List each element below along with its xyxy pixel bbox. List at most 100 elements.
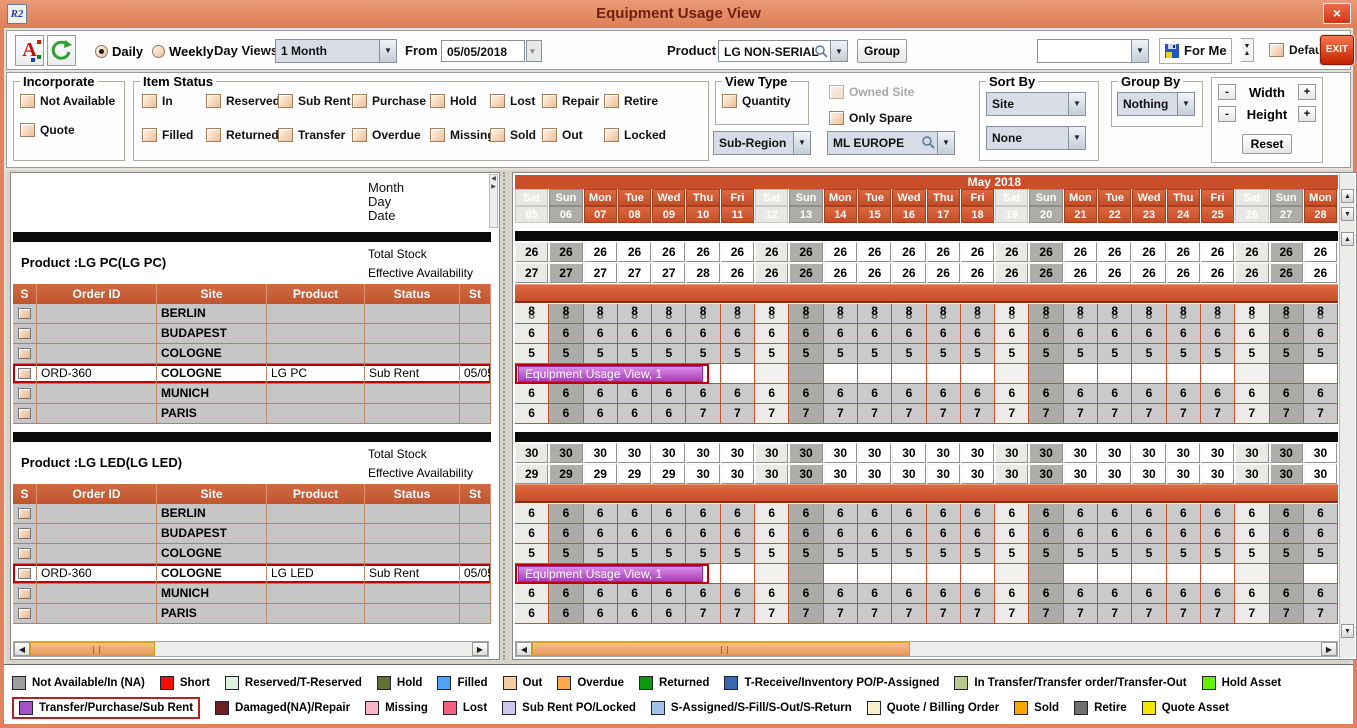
product-input[interactable]: LG NON-SERIAL ▼ [718,40,848,62]
close-icon[interactable]: × [1323,3,1351,24]
radio-daily[interactable]: Daily [95,31,143,71]
day-header-cell[interactable]: Fri [721,189,754,206]
table-row-munich[interactable]: MUNICH [13,584,491,604]
width-minus-button[interactable]: - [1218,84,1236,100]
status-sold[interactable]: Sold [490,128,542,142]
day-header-cell[interactable]: Sat [755,189,788,206]
right-vertical-scrollbar[interactable]: ▲ ▼ ▲ ▼ [1339,174,1355,658]
status-retire[interactable]: Retire [604,94,662,108]
exit-button[interactable]: EXIT [1320,35,1354,65]
date-header-cell[interactable]: 16 [892,206,925,223]
status-repair[interactable]: Repair [542,94,604,108]
day-header-cell[interactable]: Sun [1270,189,1303,206]
table-row-cologne[interactable]: ORD-360COLOGNELG PCSub Rent05/05/2 [13,364,491,384]
date-header-cell[interactable]: 06 [549,206,582,223]
date-header-cell[interactable]: 22 [1098,206,1131,223]
table-row-paris[interactable]: PARIS [13,404,491,424]
status-filled[interactable]: Filled [142,128,206,142]
table-row-budapest[interactable]: BUDAPEST [13,524,491,544]
saved-view-select[interactable]: ▼ [1037,39,1149,63]
right-horizontal-scrollbar[interactable]: ◀ ▶ [515,641,1338,657]
row-checkbox[interactable] [18,508,31,519]
row-checkbox[interactable] [18,408,31,419]
status-in[interactable]: In [142,94,206,108]
scroll-up-icon[interactable]: ▲ [1341,232,1354,246]
day-header-cell[interactable]: Tue [858,189,891,206]
column-header-product[interactable]: Product [267,284,365,304]
width-plus-button[interactable]: + [1298,84,1316,100]
day-header-cell[interactable]: Fri [961,189,994,206]
only-spare-checkbox[interactable]: Only Spare [829,111,912,125]
chevron-down-icon[interactable]: ▼ [1068,127,1085,149]
from-date-dropdown[interactable]: ▼ [526,40,542,62]
scroll-up-icon[interactable]: ▲ [1341,189,1354,203]
usage-bar[interactable]: Equipment Usage View, 1 [518,366,703,382]
status-missing[interactable]: Missing [430,128,490,142]
date-header-cell[interactable]: 23 [1132,206,1165,223]
day-header-cell[interactable]: Thu [927,189,960,206]
region-mode-select[interactable]: Sub-Region▼ [713,131,811,155]
for-me-button[interactable]: For Me [1159,38,1232,64]
date-header-cell[interactable]: 09 [652,206,685,223]
quantity-checkbox[interactable]: Quantity [722,94,808,108]
status-locked[interactable]: Locked [604,128,662,142]
table-row-paris[interactable]: PARIS [13,604,491,624]
row-checkbox[interactable] [18,568,31,579]
sort-primary-select[interactable]: Site▼ [986,92,1086,116]
row-checkbox[interactable] [18,388,31,399]
day-header-cell[interactable]: Sun [789,189,822,206]
status-transfer[interactable]: Transfer [278,128,352,142]
date-header-cell[interactable]: 20 [1029,206,1062,223]
table-row-berlin[interactable]: BERLIN [13,304,491,324]
period-select[interactable]: 1 Month▼ [275,39,397,63]
row-checkbox[interactable] [18,548,31,559]
column-header-st[interactable]: St [460,284,491,304]
chevron-down-icon[interactable]: ▼ [1177,93,1194,115]
row-checkbox[interactable] [18,528,31,539]
sort-secondary-select[interactable]: None▼ [986,126,1086,150]
group-by-select[interactable]: Nothing▼ [1117,92,1195,116]
column-header-order-id[interactable]: Order ID [37,484,157,504]
day-header-cell[interactable]: Thu [1167,189,1200,206]
date-header-cell[interactable]: 28 [1304,206,1337,223]
date-header-cell[interactable]: 19 [995,206,1028,223]
table-row-cologne[interactable]: ORD-360COLOGNELG LEDSub Rent05/05/2 [13,564,491,584]
day-header-cell[interactable]: Sat [1235,189,1268,206]
day-header-cell[interactable]: Mon [584,189,617,206]
font-style-button[interactable]: A [15,35,44,66]
day-header-cell[interactable]: Wed [892,189,925,206]
chevron-down-icon[interactable]: ▼ [793,132,810,154]
row-checkbox[interactable] [18,608,31,619]
calendar-row-ord-360[interactable]: Equipment Usage View, 1 [515,364,1338,384]
date-header-cell[interactable]: 11 [721,206,754,223]
table-row-budapest[interactable]: BUDAPEST [13,324,491,344]
usage-bar[interactable]: Equipment Usage View, 1 [518,566,703,582]
row-checkbox[interactable] [18,368,31,379]
chevron-down-icon[interactable]: ▼ [830,41,847,61]
date-header-cell[interactable]: 21 [1064,206,1097,223]
chevron-down-icon[interactable]: ▼ [1068,93,1085,115]
search-icon[interactable] [921,135,935,149]
group-button[interactable]: Group [857,39,907,63]
left-mini-scrollbar[interactable]: ◀▶ [489,174,498,228]
day-header-cell[interactable]: Mon [1064,189,1097,206]
column-header-status[interactable]: Status [365,484,460,504]
day-header-cell[interactable]: Mon [1304,189,1337,206]
scroll-left-icon[interactable]: ◀ [14,642,30,656]
left-horizontal-scrollbar[interactable]: ◀ ▶ [13,641,489,657]
column-header-st[interactable]: St [460,484,491,504]
scroll-down-icon[interactable]: ▼ [1341,207,1354,221]
scroll-left-icon[interactable]: ◀ [516,642,532,656]
table-row-cologne[interactable]: COLOGNE [13,344,491,364]
date-header-cell[interactable]: 15 [858,206,891,223]
row-checkbox[interactable] [18,348,31,359]
row-checkbox[interactable] [18,588,31,599]
region-value-select[interactable]: ML EUROPE ▼ [827,131,955,155]
table-row-munich[interactable]: MUNICH [13,384,491,404]
status-out[interactable]: Out [542,128,604,142]
date-header-cell[interactable]: 17 [927,206,960,223]
status-hold[interactable]: Hold [430,94,490,108]
date-header-cell[interactable]: 18 [961,206,994,223]
date-header-cell[interactable]: 10 [686,206,719,223]
date-header-cell[interactable]: 12 [755,206,788,223]
